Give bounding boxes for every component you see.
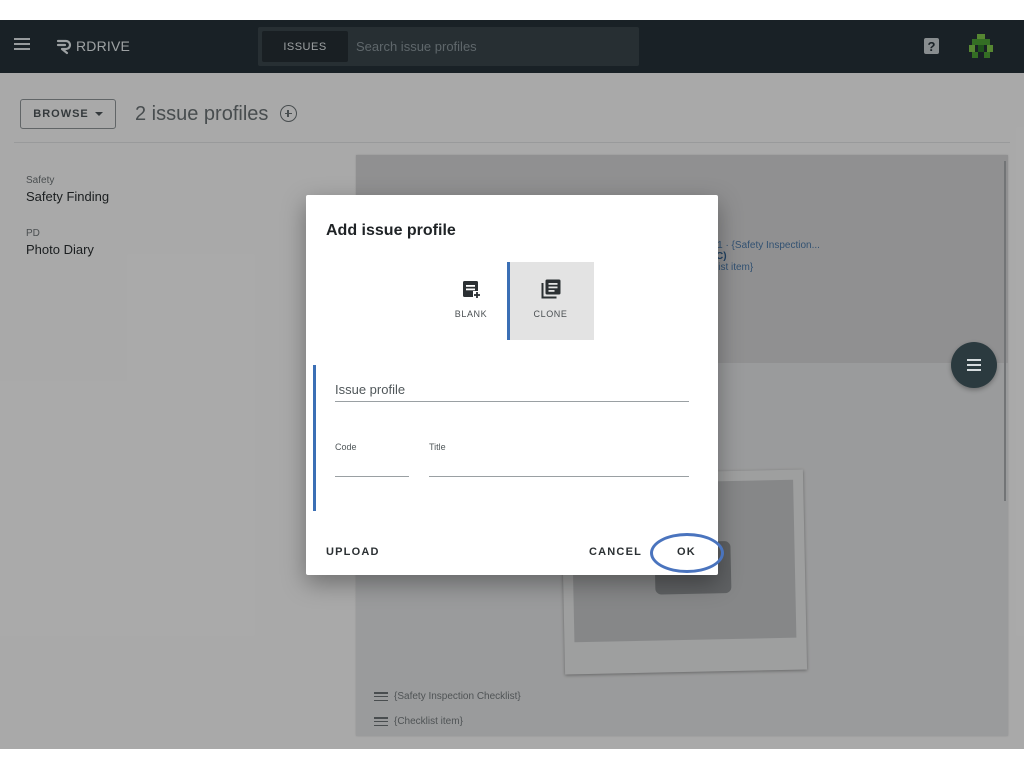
- copy-list-icon: [541, 279, 560, 299]
- selected-indicator: [507, 262, 510, 340]
- issue-profile-input[interactable]: [335, 378, 689, 402]
- clone-option[interactable]: CLONE: [507, 262, 594, 340]
- code-field-label: Code: [335, 442, 357, 452]
- dialog-title: Add issue profile: [326, 222, 456, 239]
- clone-option-label: CLONE: [533, 309, 568, 319]
- blank-option-label: BLANK: [454, 309, 488, 319]
- blank-option[interactable]: BLANK: [437, 262, 505, 340]
- upload-button[interactable]: UPLOAD: [326, 546, 380, 558]
- add-note-icon: [463, 281, 481, 299]
- cancel-button[interactable]: CANCEL: [589, 546, 642, 558]
- form-section-indicator: [313, 365, 316, 511]
- code-field[interactable]: [335, 457, 409, 477]
- menu-fab-button[interactable]: [951, 342, 997, 388]
- ok-highlight-ring: [650, 533, 724, 573]
- app-window: RDRIVE ISSUES ? BROWSE 2 issue profiles …: [0, 20, 1024, 749]
- title-field-label: Title: [429, 442, 446, 452]
- add-issue-profile-dialog: Add issue profile BLANK CLONE Issue prof…: [306, 195, 724, 575]
- title-field[interactable]: [429, 457, 689, 477]
